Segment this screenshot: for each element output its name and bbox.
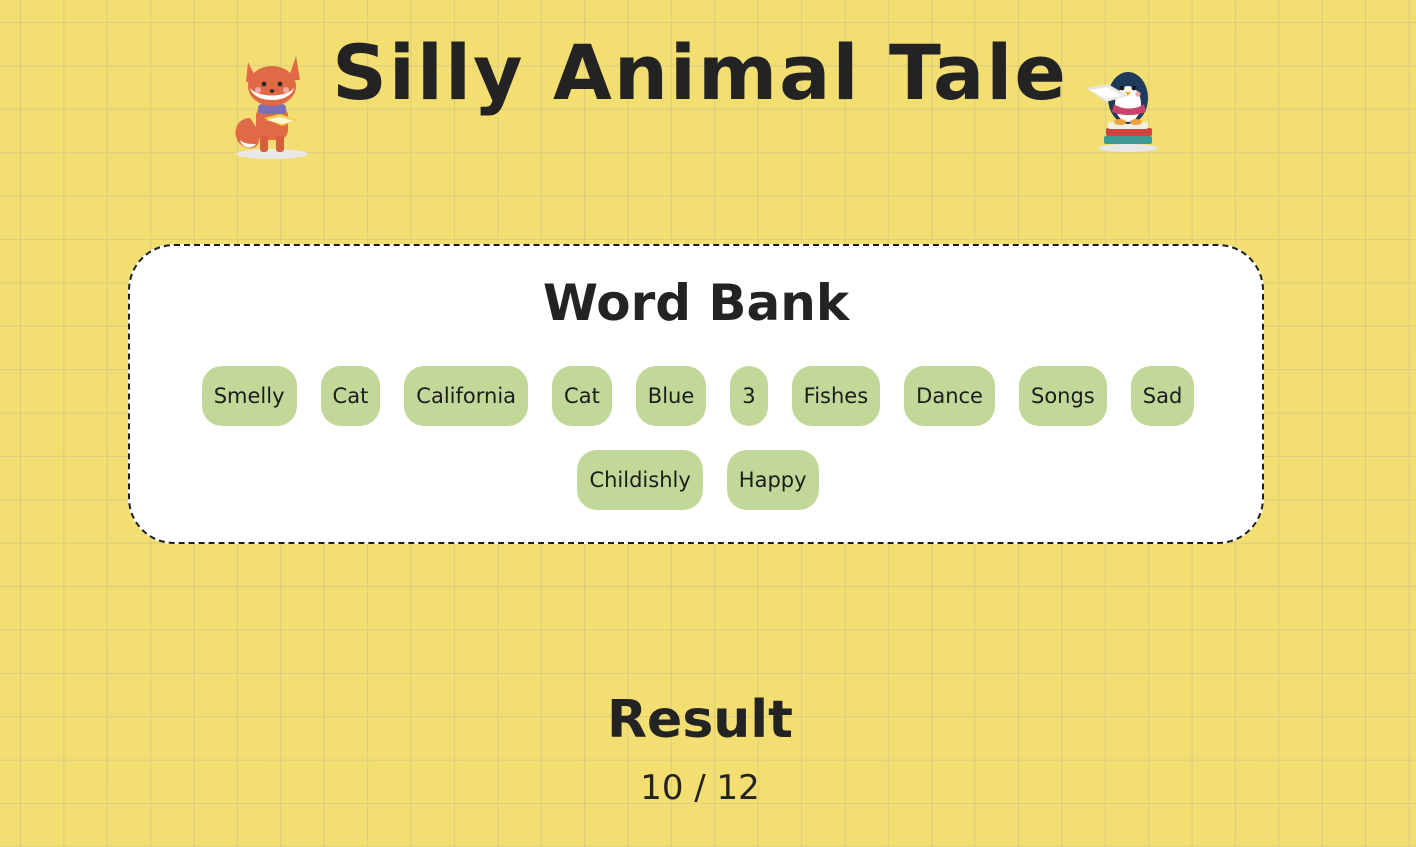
word-chip[interactable]: Dance [904,366,995,426]
word-chip[interactable]: Smelly [201,366,297,426]
word-chip[interactable]: Cat [552,366,612,426]
word-chip[interactable]: Childishly [577,450,703,510]
word-chip[interactable]: Sad [1130,366,1195,426]
page-header: Silly Animal Tale [0,0,1416,160]
word-chip[interactable]: 3 [730,366,768,426]
word-chip[interactable]: Blue [635,366,707,426]
result-section: Result 10 / 12 [0,690,1400,808]
penguin-reading-icon [1086,72,1158,152]
word-bank-panel: Word Bank Smelly Cat California Cat Blue… [128,244,1264,544]
word-chip[interactable]: Songs [1018,366,1107,426]
word-chip[interactable]: Fishes [791,366,881,426]
word-chip-list: Smelly Cat California Cat Blue 3 Fishes … [190,366,1206,510]
result-title: Result [607,690,793,750]
word-chip[interactable]: California [404,366,529,426]
word-chip[interactable]: Cat [320,366,381,426]
word-chip[interactable]: Happy [726,450,819,510]
word-bank-title: Word Bank [542,274,850,332]
result-score: 10 / 12 [640,768,760,808]
page-title: Silly Animal Tale [332,28,1068,117]
